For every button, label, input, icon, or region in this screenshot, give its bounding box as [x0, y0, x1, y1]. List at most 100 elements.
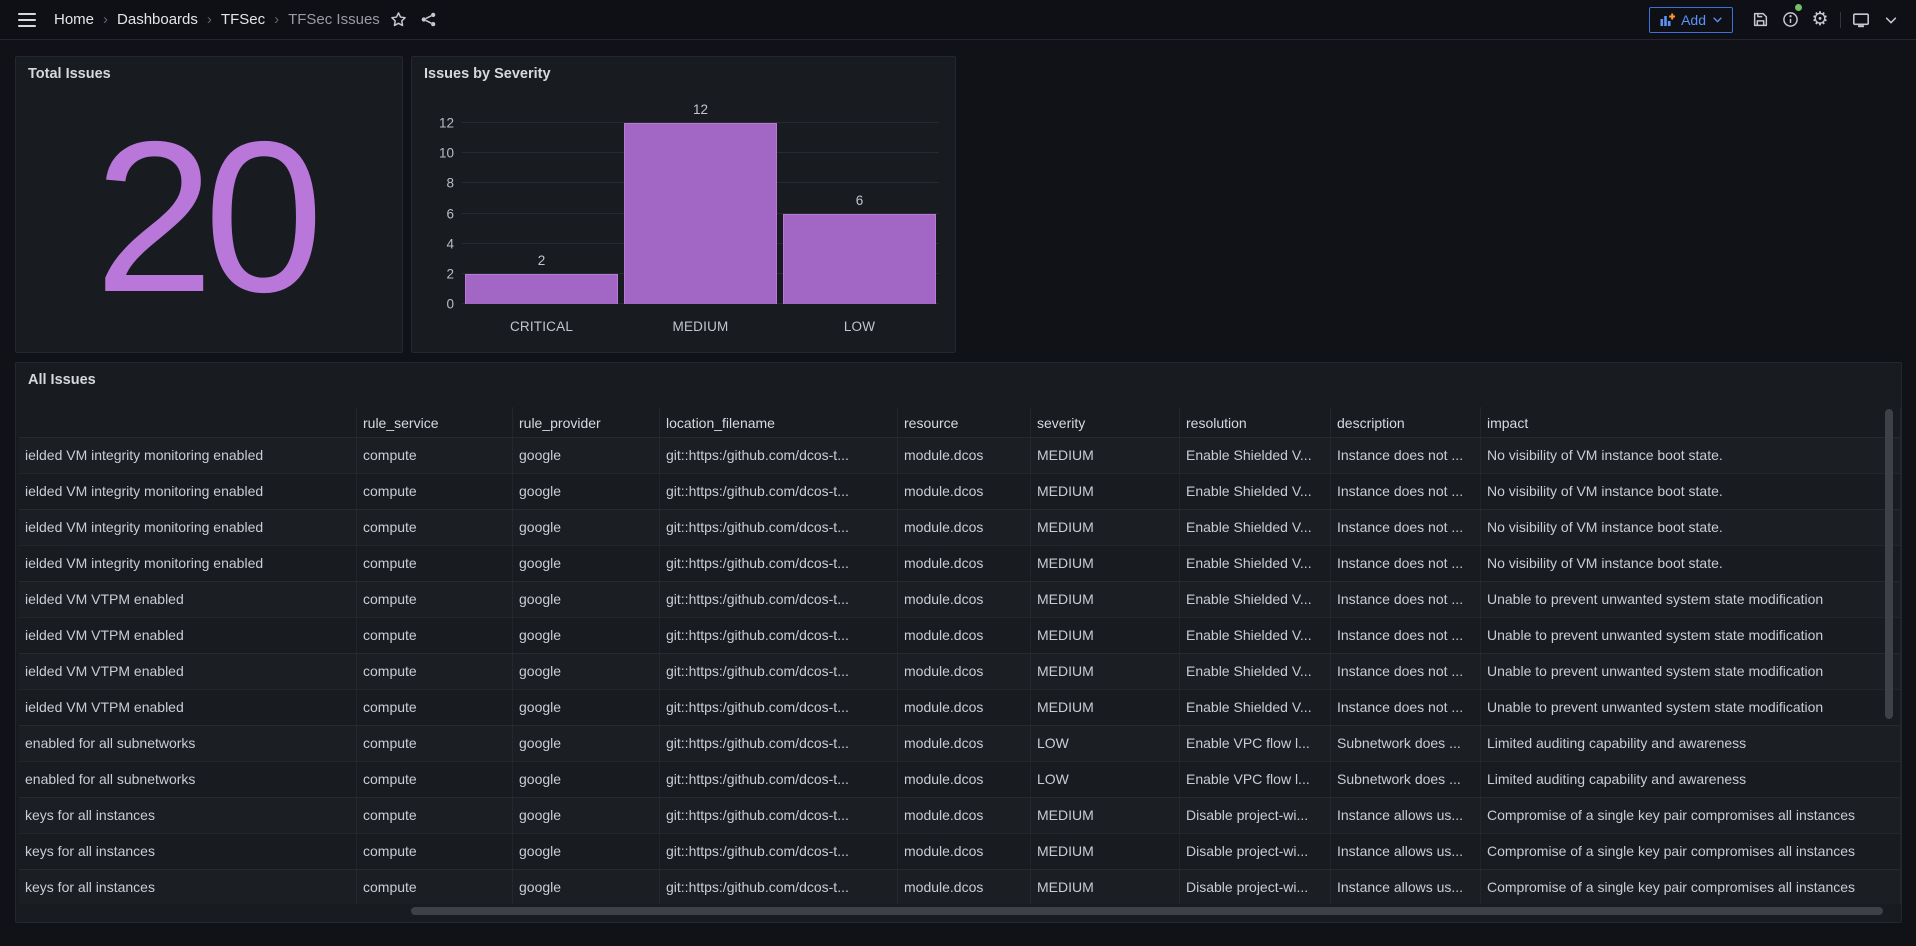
table-cell: keys for all instances — [19, 834, 357, 869]
table-row: ielded VM VTPM enabledcomputegooglegit::… — [19, 689, 1901, 725]
add-button-label: Add — [1681, 12, 1706, 28]
table-cell: ielded VM integrity monitoring enabled — [19, 438, 357, 473]
table-cell: Limited auditing capability and awarenes… — [1481, 726, 1901, 761]
table-row: enabled for all subnetworkscomputegoogle… — [19, 761, 1901, 797]
table-row: keys for all instancescomputegooglegit::… — [19, 833, 1901, 869]
table-cell: keys for all instances — [19, 798, 357, 833]
table-cell: google — [513, 438, 660, 473]
table-cell: ielded VM VTPM enabled — [19, 654, 357, 689]
breadcrumb-item[interactable]: Dashboards — [117, 11, 198, 28]
graph-bar-plus-icon — [1659, 12, 1675, 28]
chart-y-tick-label: 6 — [426, 206, 454, 221]
table-cell: compute — [357, 690, 513, 725]
column-header-resolution[interactable]: resolution — [1180, 407, 1331, 437]
bar-critical[interactable]: 2 — [465, 274, 618, 304]
table-cell: Instance does not ... — [1331, 510, 1481, 545]
table-cell: Instance allows us... — [1331, 834, 1481, 869]
hamburger-menu-icon[interactable] — [10, 5, 44, 35]
bar-medium[interactable]: 12 — [624, 123, 777, 304]
table-cell: git::https:/github.com/dcos-t... — [660, 474, 898, 509]
panel-title[interactable]: Total Issues — [16, 57, 402, 82]
star-icon[interactable] — [384, 5, 414, 35]
bar-slot: 6 — [780, 123, 939, 304]
table-row: ielded VM VTPM enabledcomputegooglegit::… — [19, 653, 1901, 689]
table-cell: git::https:/github.com/dcos-t... — [660, 762, 898, 797]
vertical-scrollbar[interactable] — [1885, 409, 1893, 719]
breadcrumb-separator: › — [103, 11, 108, 28]
table-cell: MEDIUM — [1031, 618, 1180, 653]
horizontal-scrollbar[interactable] — [411, 907, 1883, 915]
table-cell: Enable Shielded V... — [1180, 690, 1331, 725]
table-cell: module.dcos — [898, 798, 1031, 833]
table-cell: Disable project-wi... — [1180, 798, 1331, 833]
column-header-description[interactable]: description — [1331, 407, 1481, 437]
save-icon[interactable] — [1745, 5, 1775, 35]
table-cell: module.dcos — [898, 582, 1031, 617]
table-cell: Unable to prevent unwanted system state … — [1481, 654, 1901, 689]
panel-title[interactable]: All Issues — [16, 363, 1901, 388]
chart-y-tick-label: 8 — [426, 176, 454, 191]
bar-low[interactable]: 6 — [783, 214, 936, 305]
column-header-hidden[interactable] — [19, 407, 357, 437]
gear-icon[interactable]: ⚙ — [1805, 5, 1835, 35]
table-cell: MEDIUM — [1031, 510, 1180, 545]
table-cell: MEDIUM — [1031, 654, 1180, 689]
table-cell: compute — [357, 546, 513, 581]
issues-by-severity-panel: Issues by Severity 0246810122126 CRITICA… — [411, 56, 956, 353]
table-cell: compute — [357, 582, 513, 617]
top-navigation-bar: Home›Dashboards›TFSec›TFSec Issues Add — [0, 0, 1916, 40]
table-cell: compute — [357, 438, 513, 473]
table-row: enabled for all subnetworkscomputegoogle… — [19, 725, 1901, 761]
table-row: ielded VM integrity monitoring enabledco… — [19, 437, 1901, 473]
table-cell: ielded VM VTPM enabled — [19, 690, 357, 725]
monitor-icon[interactable] — [1846, 5, 1876, 35]
bar-value-label: 6 — [856, 193, 864, 208]
column-header-location_filename[interactable]: location_filename — [660, 407, 898, 437]
panel-title[interactable]: Issues by Severity — [412, 57, 955, 82]
table-cell: Instance does not ... — [1331, 582, 1481, 617]
table-body: ielded VM integrity monitoring enabledco… — [19, 437, 1901, 904]
column-header-rule_provider[interactable]: rule_provider — [513, 407, 660, 437]
table-cell: Subnetwork does ... — [1331, 762, 1481, 797]
column-header-resource[interactable]: resource — [898, 407, 1031, 437]
chevron-down-icon[interactable] — [1876, 5, 1906, 35]
bar-slot: 12 — [621, 123, 780, 304]
breadcrumb-item[interactable]: TFSec — [221, 11, 265, 28]
table-cell: Limited auditing capability and awarenes… — [1481, 762, 1901, 797]
table-cell: git::https:/github.com/dcos-t... — [660, 654, 898, 689]
table-cell: enabled for all subnetworks — [19, 762, 357, 797]
add-button[interactable]: Add — [1649, 7, 1733, 33]
chart-y-tick-label: 4 — [426, 236, 454, 251]
table-cell: Disable project-wi... — [1180, 870, 1331, 904]
table-cell: google — [513, 618, 660, 653]
table-cell: git::https:/github.com/dcos-t... — [660, 582, 898, 617]
table-cell: MEDIUM — [1031, 690, 1180, 725]
table-cell: ielded VM integrity monitoring enabled — [19, 546, 357, 581]
breadcrumb-item[interactable]: Home — [54, 11, 94, 28]
table-cell: LOW — [1031, 762, 1180, 797]
table-cell: git::https:/github.com/dcos-t... — [660, 834, 898, 869]
table-cell: google — [513, 834, 660, 869]
table-cell: module.dcos — [898, 438, 1031, 473]
table-cell: No visibility of VM instance boot state. — [1481, 438, 1901, 473]
chart-y-tick-label: 12 — [426, 116, 454, 131]
column-header-severity[interactable]: severity — [1031, 407, 1180, 437]
column-header-impact[interactable]: impact — [1481, 407, 1901, 437]
table-cell: No visibility of VM instance boot state. — [1481, 474, 1901, 509]
table-row: keys for all instancescomputegooglegit::… — [19, 869, 1901, 904]
table-cell: compute — [357, 762, 513, 797]
share-icon[interactable] — [414, 5, 444, 35]
toolbar-divider — [1840, 12, 1841, 28]
table-cell: Enable Shielded V... — [1180, 618, 1331, 653]
table-cell: git::https:/github.com/dcos-t... — [660, 798, 898, 833]
table-cell: module.dcos — [898, 762, 1031, 797]
table-cell: Instance does not ... — [1331, 546, 1481, 581]
table-cell: compute — [357, 510, 513, 545]
info-circle-icon[interactable] — [1775, 5, 1805, 35]
table-row: ielded VM integrity monitoring enabledco… — [19, 473, 1901, 509]
breadcrumb-separator: › — [274, 11, 279, 28]
table-cell: google — [513, 582, 660, 617]
table-cell: git::https:/github.com/dcos-t... — [660, 870, 898, 904]
chart-x-axis-labels: CRITICALMEDIUMLOW — [462, 319, 939, 334]
column-header-rule_service[interactable]: rule_service — [357, 407, 513, 437]
